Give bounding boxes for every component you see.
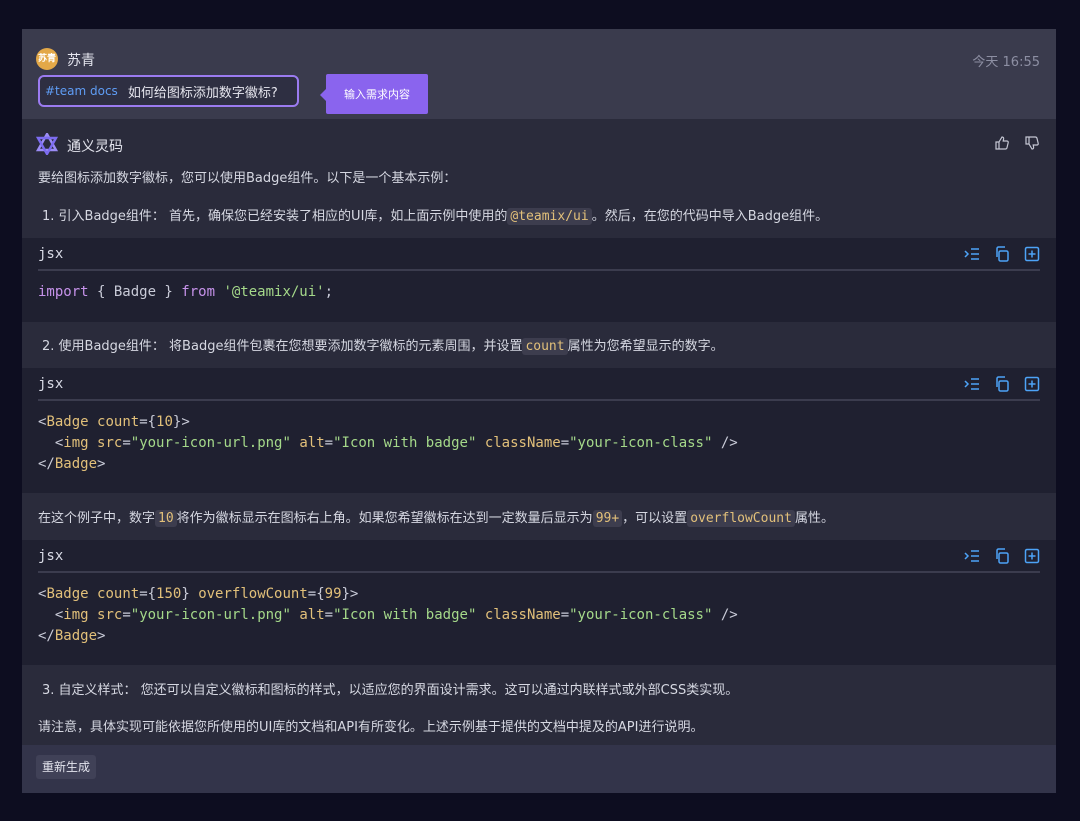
new-file-icon[interactable] — [1024, 246, 1040, 262]
user-name: 苏青 — [67, 53, 95, 69]
insert-icon[interactable] — [964, 376, 980, 392]
insert-icon[interactable] — [964, 246, 980, 262]
code-line: <Badge count={10}> — [38, 414, 190, 430]
inline-code: count — [522, 338, 568, 355]
avatar: 苏青 — [36, 48, 58, 70]
feedback-actions — [994, 135, 1040, 151]
code-actions — [964, 376, 1040, 392]
code-actions — [964, 246, 1040, 262]
tongyi-lingma-logo-icon — [36, 133, 58, 155]
code-body: <Badge count={10}> <img src="your-icon-u… — [38, 412, 738, 475]
intro-text: 要给图标添加数字徽标，您可以使用Badge组件。以下是一个基本示例： — [38, 171, 457, 186]
inline-code: overflowCount — [687, 510, 795, 527]
code-line: import { Badge } from '@teamix/ui'; — [38, 284, 334, 300]
code-block-3: jsx <Badge count={150} overflowCount={99… — [22, 540, 1056, 665]
query-text: 如何给图标添加数字徽标? — [127, 85, 278, 101]
code-body: import { Badge } from '@teamix/ui'; — [38, 282, 333, 303]
inline-code: @teamix/ui — [507, 208, 592, 225]
explanation-text: 在这个例子中，数字 10 将作为徽标显示在图标右上角。如果您希望徽标在达到一定数量后… — [38, 510, 834, 527]
code-block-header: jsx — [38, 238, 1040, 271]
copy-icon[interactable] — [994, 548, 1010, 564]
copy-icon[interactable] — [994, 376, 1010, 392]
code-line: <Badge count={150} overflowCount={99}> — [38, 586, 359, 602]
chat-panel: 苏青 苏青 今天 16:55 #team docs 如何给图标添加数字徽标? 输… — [22, 29, 1056, 793]
copy-icon[interactable] — [994, 246, 1010, 262]
new-file-icon[interactable] — [1024, 548, 1040, 564]
new-file-icon[interactable] — [1024, 376, 1040, 392]
assistant-message: 通义灵码 要给图标添加数字徽标，您可以使用Badge组件。以下是一个基本示例： … — [22, 125, 1056, 793]
assistant-name: 通义灵码 — [67, 139, 123, 155]
regenerate-button[interactable]: 重新生成 — [36, 755, 97, 779]
code-line: </Badge> — [38, 456, 106, 472]
step-1-text: 1. 引入Badge组件： 首先，确保您已经安装了相应的UI库，如上面示例中使用… — [42, 208, 829, 225]
user-message: 苏青 苏青 今天 16:55 #team docs 如何给图标添加数字徽标? 输… — [22, 29, 1056, 119]
thumbs-up-icon[interactable] — [994, 135, 1010, 151]
code-line: <img src="your-icon-url.png" alt="Icon w… — [38, 435, 738, 451]
code-language: jsx — [38, 246, 64, 262]
context-tag[interactable]: #team docs — [45, 84, 118, 98]
code-line: <img src="your-icon-url.png" alt="Icon w… — [38, 607, 738, 623]
code-language: jsx — [38, 376, 64, 392]
code-block-header: jsx — [38, 540, 1040, 573]
note-text: 请注意，具体实现可能依据您所使用的UI库的文档和API有所变化。上述示例基于提供… — [38, 720, 704, 735]
code-block-2: jsx <Badge count={10}> <img src="your-ic… — [22, 368, 1056, 493]
step-3-text: 3. 自定义样式： 您还可以自定义徽标和图标的样式，以适应您的界面设计需求。这可… — [42, 683, 739, 698]
message-footer: 重新生成 — [22, 745, 1056, 793]
insert-icon[interactable] — [964, 548, 980, 564]
code-block-1: jsx import { Badge } from '@teamix/ui'; — [22, 238, 1056, 322]
code-body: <Badge count={150} overflowCount={99}> <… — [38, 584, 738, 647]
thumbs-down-icon[interactable] — [1024, 135, 1040, 151]
inline-code: 99+ — [592, 510, 623, 527]
message-timestamp: 今天 16:55 — [972, 55, 1040, 70]
code-line: </Badge> — [38, 628, 106, 644]
hint-tooltip: 输入需求内容 — [320, 74, 428, 114]
code-block-header: jsx — [38, 368, 1040, 401]
step-2-text: 2. 使用Badge组件： 将Badge组件包裹在您想要添加数字徽标的元素周围，… — [42, 338, 724, 355]
inline-code: 10 — [155, 510, 177, 527]
code-actions — [964, 548, 1040, 564]
user-query[interactable]: #team docs 如何给图标添加数字徽标? — [38, 75, 299, 107]
code-language: jsx — [38, 548, 64, 564]
